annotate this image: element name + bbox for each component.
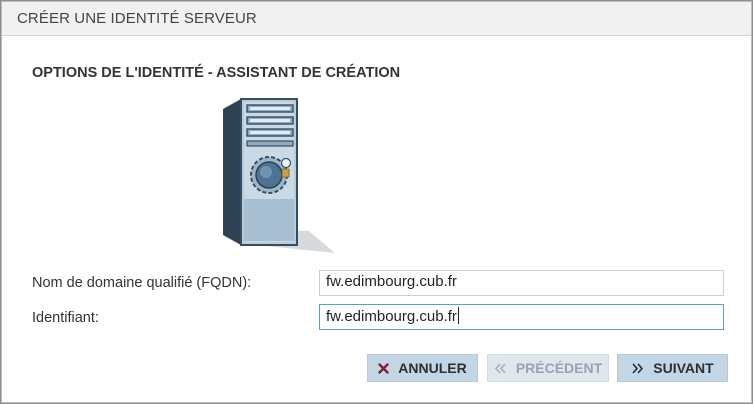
previous-button[interactable]: PRÉCÉDENT (487, 354, 609, 382)
fqdn-value: fw.edimbourg.cub.fr (326, 273, 457, 290)
double-chevron-left-icon (494, 362, 506, 374)
identifier-input[interactable]: fw.edimbourg.cub.fr (319, 304, 724, 330)
dialog-titlebar: CRÉER UNE IDENTITÉ SERVEUR (2, 2, 751, 36)
identifier-label: Identifiant: (32, 310, 99, 326)
cancel-button-label: ANNULER (398, 360, 467, 376)
dialog-title: CRÉER UNE IDENTITÉ SERVEUR (17, 10, 257, 27)
next-button[interactable]: SUIVANT (617, 354, 728, 382)
fqdn-input[interactable]: fw.edimbourg.cub.fr (319, 270, 724, 296)
server-tower-icon (223, 98, 335, 253)
previous-button-label: PRÉCÉDENT (515, 360, 603, 376)
create-identity-dialog: CRÉER UNE IDENTITÉ SERVEUR OPTIONS DE L'… (1, 1, 752, 403)
fqdn-label: Nom de domaine qualifié (FQDN): (32, 275, 252, 291)
next-button-label: SUIVANT (653, 360, 714, 376)
section-title: OPTIONS DE L'IDENTITÉ - ASSISTANT DE CRÉ… (32, 65, 401, 81)
x-icon (378, 362, 389, 374)
double-chevron-right-icon (632, 362, 644, 374)
identifier-value: fw.edimbourg.cub.fr (326, 308, 457, 325)
text-caret (457, 307, 459, 324)
cancel-button[interactable]: ANNULER (367, 354, 478, 382)
